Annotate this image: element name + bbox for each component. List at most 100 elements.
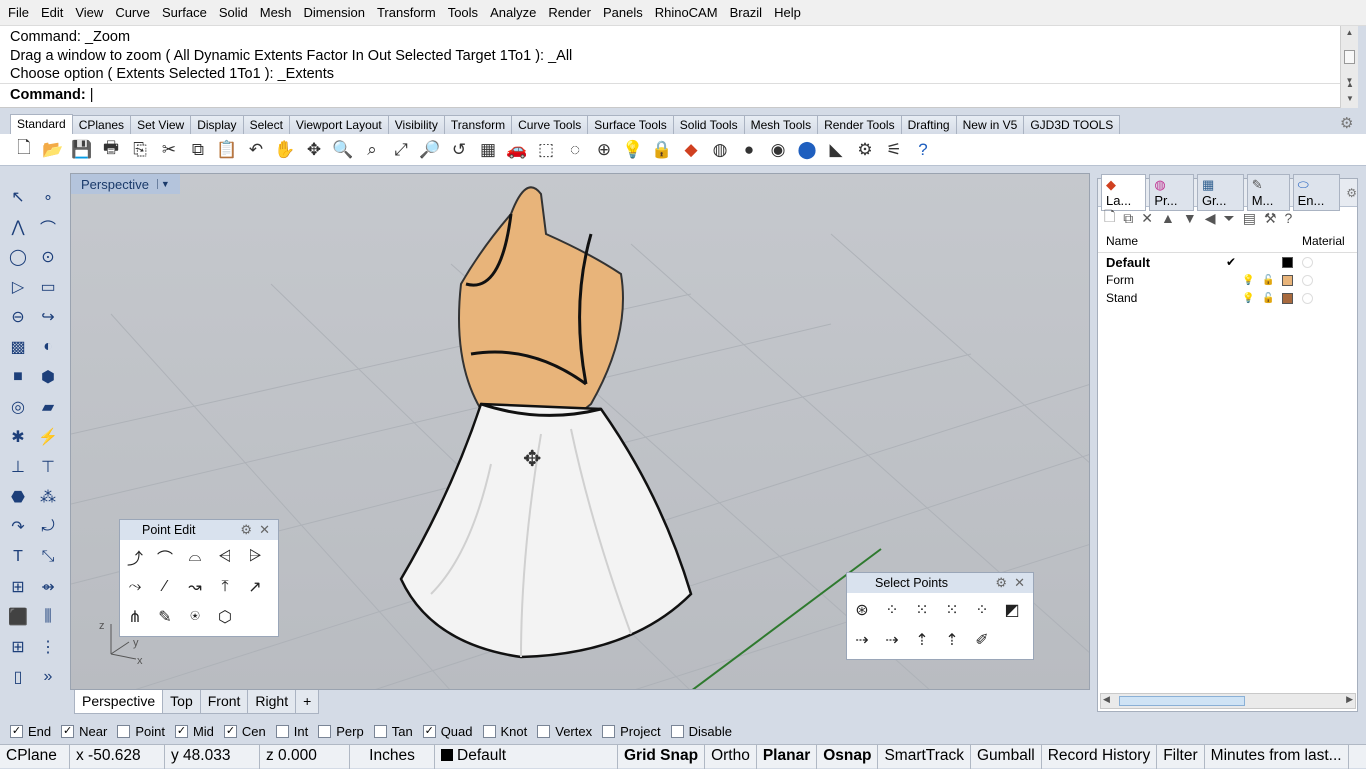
- tab-surface-tools[interactable]: Surface Tools: [587, 115, 674, 134]
- scroll-right-icon[interactable]: ▶: [1346, 694, 1353, 705]
- menu-help[interactable]: Help: [768, 0, 807, 26]
- zoom-icon[interactable]: 🔍: [329, 137, 357, 163]
- hide-icon[interactable]: ◌: [561, 137, 589, 163]
- copy-icon[interactable]: ⧉: [184, 137, 212, 163]
- shaded-sphere-icon[interactable]: ●: [735, 137, 763, 163]
- checkbox[interactable]: [117, 724, 131, 738]
- zoom-window-icon[interactable]: ⌕: [358, 137, 386, 163]
- tab-display[interactable]: Display: [190, 115, 244, 134]
- polygon-icon[interactable]: ▷: [4, 274, 32, 300]
- rotate-view-icon[interactable]: ✥: [300, 137, 328, 163]
- tab-render-tools[interactable]: Render Tools: [817, 115, 902, 134]
- layer-color-swatch[interactable]: [1282, 292, 1293, 304]
- more-icon[interactable]: »: [34, 664, 62, 690]
- gear-icon[interactable]: ⚙: [1340, 114, 1353, 132]
- select-points-tool-icon[interactable]: ⁙: [909, 597, 935, 623]
- tools-icon[interactable]: ⚒: [1264, 210, 1277, 227]
- point-edit-tool-icon[interactable]: ↝: [182, 574, 208, 600]
- ellipse-icon[interactable]: ⊙: [34, 244, 62, 270]
- checkbox[interactable]: ✓: [10, 724, 23, 738]
- dress-model[interactable]: [399, 186, 693, 659]
- rotate-icon[interactable]: ↷: [4, 514, 32, 540]
- menu-mesh[interactable]: Mesh: [254, 0, 298, 26]
- menu-curve[interactable]: Curve: [109, 0, 156, 26]
- help-icon[interactable]: ?: [909, 137, 937, 163]
- rectangle-icon[interactable]: ▭: [34, 274, 62, 300]
- tab-cplanes[interactable]: CPlanes: [71, 115, 132, 134]
- triangle-icon[interactable]: ◣: [822, 137, 850, 163]
- status-gumball[interactable]: Gumball: [971, 744, 1042, 769]
- move-icon[interactable]: ⇴: [34, 574, 62, 600]
- undo-icon[interactable]: ↶: [242, 137, 270, 163]
- plane-icon[interactable]: ▰: [34, 394, 62, 420]
- unlock-icon[interactable]: 🔓: [1262, 275, 1274, 286]
- menu-analyze[interactable]: Analyze: [484, 0, 542, 26]
- analyze-icon[interactable]: ▯: [4, 664, 32, 690]
- osnap-int[interactable]: Int: [275, 724, 308, 739]
- unlock-icon[interactable]: 🔓: [1262, 293, 1274, 304]
- status-filter[interactable]: Filter: [1157, 744, 1205, 769]
- grid-icon[interactable]: ⊞: [4, 574, 32, 600]
- mesh-icon[interactable]: ⬛: [4, 604, 32, 630]
- material-circle-icon[interactable]: [1302, 274, 1313, 286]
- scroll-up-icon[interactable]: ▲: [1341, 26, 1358, 40]
- viewport-layout-icon[interactable]: ▦: [474, 137, 502, 163]
- checkbox[interactable]: [537, 724, 551, 738]
- point-edit-tool-icon[interactable]: ⌒: [152, 544, 178, 570]
- lightbulb-icon[interactable]: 💡: [1242, 293, 1254, 304]
- array-grid-icon[interactable]: ⊞: [4, 634, 32, 660]
- viewport-title[interactable]: Perspective ▼: [71, 174, 180, 194]
- menu-panels[interactable]: Panels: [597, 0, 649, 26]
- tab-transform[interactable]: Transform: [443, 115, 513, 134]
- polyline-icon[interactable]: ⋀: [4, 214, 32, 240]
- layer-row[interactable]: Stand 💡 🔓: [1098, 289, 1357, 307]
- osnap-near[interactable]: ✓ Near: [61, 724, 107, 739]
- paste-icon[interactable]: 📋: [213, 137, 241, 163]
- cut-icon[interactable]: ✂: [155, 137, 183, 163]
- select-points-tool-icon[interactable]: ⁘: [879, 597, 905, 623]
- layer-row[interactable]: Default ✔: [1098, 253, 1357, 271]
- material-column-header[interactable]: Material: [1302, 234, 1345, 248]
- save-icon[interactable]: 💾: [68, 137, 96, 163]
- viewport-tab-perspective[interactable]: Perspective: [74, 690, 164, 714]
- menu-dimension[interactable]: Dimension: [298, 0, 371, 26]
- align-icon[interactable]: ⋮: [34, 634, 62, 660]
- point-edit-tool-icon[interactable]: ⋔: [122, 604, 148, 630]
- surface-icon[interactable]: ▩: [4, 334, 32, 360]
- select-points-tool-icon[interactable]: ⇡: [909, 627, 935, 653]
- material-circle-icon[interactable]: [1302, 292, 1313, 304]
- checkbox[interactable]: [602, 724, 616, 738]
- select-icon[interactable]: ↖: [4, 184, 32, 210]
- osnap-point[interactable]: Point: [117, 724, 165, 739]
- text-icon[interactable]: T: [4, 544, 32, 570]
- tab-standard[interactable]: Standard: [10, 114, 73, 134]
- circle-icon[interactable]: ◯: [4, 244, 32, 270]
- light-icon[interactable]: 💡: [619, 137, 647, 163]
- new-file-icon[interactable]: 🗋: [10, 137, 38, 163]
- select-points-tool-icon[interactable]: ⁘: [969, 597, 995, 623]
- select-points-tool-icon[interactable]: ◩: [999, 597, 1025, 623]
- status-minutes-from-last[interactable]: Minutes from last...: [1205, 744, 1349, 769]
- open-folder-icon[interactable]: 📂: [39, 137, 67, 163]
- curve-icon[interactable]: ⌒: [34, 214, 62, 240]
- osnap-mid[interactable]: ✓ Mid: [174, 724, 214, 739]
- viewport-tab-front[interactable]: Front: [199, 690, 249, 714]
- move-parent-icon[interactable]: ◀: [1205, 210, 1216, 227]
- blue-sphere-icon[interactable]: ⬤: [793, 137, 821, 163]
- delete-icon[interactable]: ✕: [1141, 210, 1153, 227]
- car-icon[interactable]: 🚗: [503, 137, 531, 163]
- gear-icon[interactable]: ⚙: [995, 575, 1007, 591]
- layer-row[interactable]: Form 💡 🔓: [1098, 271, 1357, 289]
- move-up-icon[interactable]: ▲: [1161, 210, 1175, 226]
- select-icon[interactable]: ⬚: [532, 137, 560, 163]
- point-edit-tool-icon[interactable]: ↗: [242, 574, 268, 600]
- osnap-vertex[interactable]: Vertex: [537, 724, 592, 739]
- perspective-viewport[interactable]: z y x ✥ Perspective ▼ Point Edit ⚙ ✕ ⤴ ⌒ ⌓…: [70, 173, 1090, 690]
- menu-rhinocam[interactable]: RhinoCAM: [649, 0, 724, 26]
- osnap-perp[interactable]: Perp: [318, 724, 364, 739]
- osnap-tan[interactable]: Tan: [373, 724, 413, 739]
- checkbox[interactable]: [318, 724, 332, 738]
- layer-color-swatch[interactable]: [1282, 274, 1293, 286]
- menu-edit[interactable]: Edit: [35, 0, 69, 26]
- point-edit-tool-icon[interactable]: ⩥: [242, 544, 268, 570]
